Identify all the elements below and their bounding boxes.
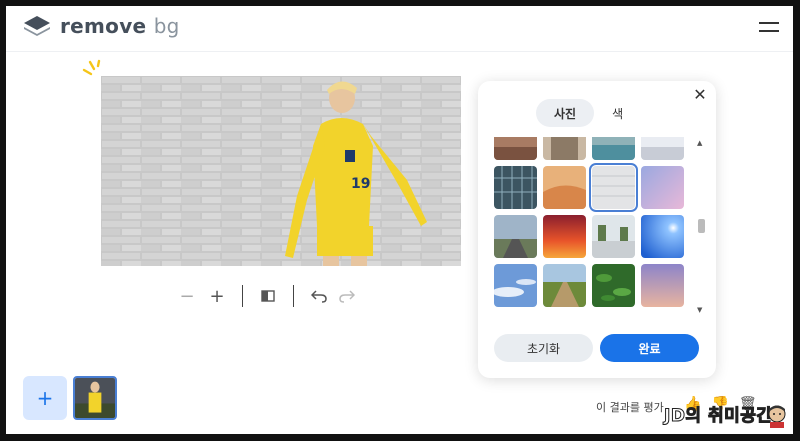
brand-suffix: bg xyxy=(153,14,180,38)
app-window: remove bg 19 − + ✕ 사진 색 ▲ ▼ 초기화 완료 + 이 결… xyxy=(6,6,793,434)
rate-result-label: 이 결과를 평가 xyxy=(596,401,664,414)
bg-thumb-green-leaves[interactable] xyxy=(592,264,635,307)
hamburger-menu-icon[interactable] xyxy=(759,20,779,34)
toolbar-divider xyxy=(293,285,294,307)
bg-thumb-sunset-gradient[interactable] xyxy=(543,215,586,258)
bg-thumb-wood-wall[interactable] xyxy=(494,137,537,160)
bg-thumb-blue-clouds[interactable] xyxy=(494,264,537,307)
edit-toolbar: − + xyxy=(176,284,358,308)
svg-text:19: 19 xyxy=(351,176,370,192)
compare-icon[interactable] xyxy=(257,285,279,307)
scroll-up-icon[interactable]: ▲ xyxy=(697,139,702,147)
bg-thumb-glass-building[interactable] xyxy=(494,166,537,209)
zoom-out-button[interactable]: − xyxy=(176,285,198,307)
bg-thumb-snowy-street[interactable] xyxy=(641,137,684,160)
add-image-button[interactable]: + xyxy=(23,376,67,420)
background-grid xyxy=(494,137,690,312)
tab-photo[interactable]: 사진 xyxy=(536,99,595,127)
redo-icon[interactable] xyxy=(336,285,358,307)
result-image: 19 xyxy=(101,76,461,266)
close-icon[interactable]: ✕ xyxy=(692,87,708,103)
watermark-avatar-icon xyxy=(768,405,786,428)
toolbar-divider xyxy=(242,285,243,307)
background-scrollbar[interactable]: ▲ ▼ xyxy=(696,139,706,314)
bg-thumb-country-road[interactable] xyxy=(494,215,537,258)
background-picker-panel: ✕ 사진 색 ▲ ▼ 초기화 완료 xyxy=(478,81,716,378)
image-preview[interactable]: 19 xyxy=(101,76,461,266)
undo-icon[interactable] xyxy=(308,285,330,307)
layers-logo-icon xyxy=(24,16,50,36)
tab-color[interactable]: 색 xyxy=(594,99,641,127)
scroll-down-icon[interactable]: ▼ xyxy=(697,306,702,314)
image-thumbnail[interactable] xyxy=(73,376,117,420)
logo[interactable]: remove bg xyxy=(22,14,180,38)
bg-thumb-white-brick[interactable] xyxy=(589,163,638,212)
bg-thumb-desert-dunes[interactable] xyxy=(543,166,586,209)
bg-thumb-blue-sun-sky[interactable] xyxy=(641,215,684,258)
bg-thumb-dirt-road-field[interactable] xyxy=(543,264,586,307)
watermark-text: JD의 취미공간 xyxy=(664,406,773,427)
bg-thumb-purple-dusk[interactable] xyxy=(641,264,684,307)
header: remove bg xyxy=(6,6,793,52)
reset-button[interactable]: 초기화 xyxy=(494,334,593,362)
brand-main: remove xyxy=(60,14,147,38)
zoom-in-button[interactable]: + xyxy=(206,285,228,307)
done-button[interactable]: 완료 xyxy=(600,334,699,362)
bg-thumb-room-interior[interactable] xyxy=(543,137,586,160)
bg-thumb-pink-sky[interactable] xyxy=(641,166,684,209)
background-tabs: 사진 색 xyxy=(536,99,641,127)
brand-name: remove bg xyxy=(60,14,180,38)
bg-thumb-white-courtyard[interactable] xyxy=(592,215,635,258)
scrollbar-thumb[interactable] xyxy=(698,219,705,233)
bg-thumb-pool-resort[interactable] xyxy=(592,137,635,160)
